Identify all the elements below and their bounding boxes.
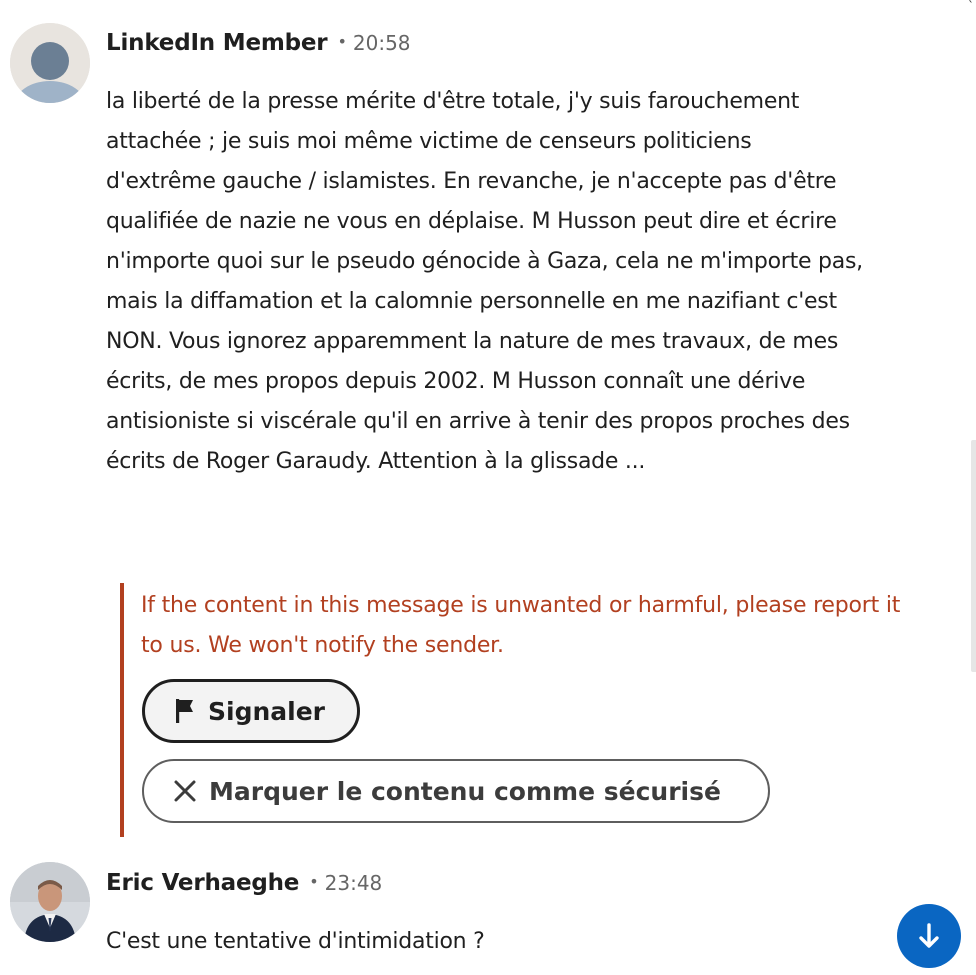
avatar[interactable] [10,23,90,103]
mark-safe-button-label: Marquer le contenu comme sécurisé [209,776,721,806]
message-body: C'est une tentative d'intimidation ? [106,929,485,954]
close-icon [173,779,197,803]
warning-text: If the content in this message is unwant… [141,593,901,658]
report-button[interactable]: Signaler [142,679,360,743]
arrow-down-icon [919,923,939,948]
message-header: LinkedIn Member • 20:58 [106,30,411,56]
avatar[interactable] [10,862,90,942]
separator-dot: • [337,32,347,51]
scrollbar[interactable] [971,440,976,672]
scroll-to-bottom-button[interactable] [897,904,961,968]
flag-icon [174,698,196,724]
message-time: 23:48 [324,871,383,895]
sender-name[interactable]: Eric Verhaeghe [106,870,299,896]
profile-photo-avatar-icon [10,862,90,942]
report-button-label: Signaler [208,696,325,726]
message-body: la liberté de la presse mérite d'être to… [106,89,863,474]
message-time: 20:58 [352,31,411,55]
harmful-content-warning: If the content in this message is unwant… [120,583,924,837]
corner-mark: ` [968,0,974,13]
separator-dot: • [309,872,319,891]
message-item: Eric Verhaeghe • 23:48 C'est une tentati… [0,840,976,975]
messaging-thread: LinkedIn Member • 20:58 la liberté de la… [0,0,976,975]
message-header: Eric Verhaeghe • 23:48 [106,870,382,896]
mark-safe-button[interactable]: Marquer le contenu comme sécurisé [142,759,770,823]
default-person-avatar-icon [10,23,90,103]
sender-name[interactable]: LinkedIn Member [106,30,328,56]
